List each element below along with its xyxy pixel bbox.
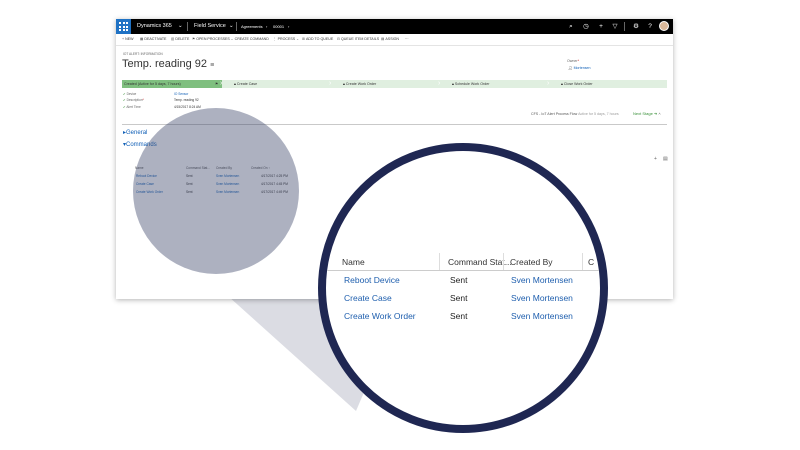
lock-icon: 🔒︎	[343, 82, 345, 86]
stage-schedule-work-order[interactable]: 🔒︎ Schedule Work Order	[452, 80, 489, 88]
arrow-right-icon: ➜	[653, 111, 658, 116]
assign-button[interactable]: ▤ASSIGN	[381, 34, 399, 45]
stage-close-work-order[interactable]: 🔒︎ Close Work Order	[561, 80, 593, 88]
zoom-header-divider	[326, 270, 600, 271]
zoom-row-name: Reboot Device	[344, 275, 400, 285]
process-button[interactable]: ⋮PROCESS ⌄	[273, 34, 300, 45]
filter-icon[interactable]: ▽	[610, 19, 620, 34]
chevron-up-icon: ˄	[658, 111, 661, 116]
deactivate-button[interactable]: ▦DEACTIVATE	[140, 34, 166, 45]
zoom-row-created-by: Sven Mortensen	[511, 311, 573, 321]
top-nav-bar: Dynamics 365 ⌄ Field Service ⌄ Agreement…	[116, 19, 673, 34]
magnifier-source-circle	[133, 108, 299, 274]
new-button[interactable]: +NEW	[122, 34, 134, 45]
check-icon: ✔	[123, 98, 126, 102]
help-icon[interactable]: ?	[645, 19, 655, 34]
field-label-device: ✔ Device	[123, 92, 137, 96]
breadcrumb-record[interactable]: 00001	[273, 19, 284, 34]
field-value-alert-time[interactable]: 4/15/2017 8:24 AM	[174, 105, 201, 109]
chevron-down-icon[interactable]: ⌄	[229, 19, 234, 34]
field-value-description[interactable]: Temp. reading 92	[174, 98, 199, 102]
field-label-alert-time: ✔ Alert Time	[123, 105, 141, 109]
add-to-queue-button[interactable]: ⊞ADD TO QUEUE	[302, 34, 333, 45]
menu-lines-icon: ≡	[210, 62, 215, 69]
history-icon[interactable]: ◷	[581, 19, 591, 34]
page-title: Temp. reading 92 ≡	[122, 58, 215, 70]
zoom-row-status: Sent	[450, 275, 468, 285]
zoom-row-status: Sent	[450, 293, 468, 303]
stage-create-work-order[interactable]: 🔒︎ Create Work Order	[343, 80, 376, 88]
field-label-description: ✔ Description*	[123, 98, 144, 102]
owner-label: Owner*	[567, 59, 579, 63]
command-bar: +NEW ▦DEACTIVATE ▥DELETE ⚑OPEN PROCESSES…	[116, 34, 673, 46]
stage-create-case[interactable]: 🔒︎ Create Case	[234, 80, 257, 88]
section-general[interactable]: ▸General	[123, 129, 147, 136]
zoom-row-name: Create Work Order	[344, 311, 416, 321]
add-record-icon[interactable]: +	[654, 156, 657, 162]
grid-view-icon[interactable]: ▤	[663, 156, 668, 162]
lock-icon: 🔒︎	[561, 82, 563, 86]
magnifier-lens: Name Command Stat... Created By C Reboot…	[318, 143, 608, 433]
app-name[interactable]: Dynamics 365	[137, 19, 172, 34]
flag-icon: ⚑	[215, 82, 219, 86]
search-icon[interactable]: ⌕	[566, 19, 576, 34]
zoom-row-name: Create Case	[344, 293, 392, 303]
entity-type-label: IOT ALERT: INFORMATION	[123, 52, 163, 56]
chevron-down-icon[interactable]: ⌄	[178, 19, 183, 34]
process-flow-label: CFS - IoT Alert Process Flow Active for …	[531, 112, 619, 116]
zoom-col-header-created-on: C	[588, 257, 595, 267]
chevron-right-icon: ›	[266, 24, 268, 29]
next-stage-button[interactable]: Next Stage ➜ ˄	[633, 111, 661, 116]
zoom-row-created-by: Sven Mortensen	[511, 275, 573, 285]
chevron-right-icon: ›	[288, 24, 290, 29]
lock-icon: 🔒︎	[452, 82, 454, 86]
zoom-col-header-created-by: Created By	[510, 257, 553, 267]
breadcrumb-agreements[interactable]: Agreements	[241, 19, 263, 34]
more-commands-icon[interactable]: ···	[405, 34, 409, 45]
avatar[interactable]	[659, 21, 669, 31]
owner-value[interactable]: 👤︎ Mortensen	[568, 66, 591, 70]
area-name[interactable]: Field Service	[194, 19, 226, 34]
settings-icon[interactable]: ⚙	[631, 19, 641, 34]
open-processes-button[interactable]: ⚑OPEN PROCESSES	[192, 34, 230, 45]
queue-item-details-button[interactable]: ⊟QUEUE ITEM DETAILS	[337, 34, 379, 45]
zoom-row-created-by: Sven Mortensen	[511, 293, 573, 303]
create-command-button[interactable]: ↔CREATE COMMAND	[230, 34, 269, 45]
field-value-device[interactable]: IO Sensor	[174, 92, 188, 96]
check-icon: ✔	[123, 92, 126, 96]
waffle-icon[interactable]	[116, 19, 131, 34]
zoom-row-status: Sent	[450, 311, 468, 321]
plus-icon[interactable]: +	[596, 19, 606, 34]
zoom-col-header-name: Name	[342, 257, 365, 267]
delete-button[interactable]: ▥DELETE	[171, 34, 189, 45]
lock-icon: 🔒︎	[234, 82, 236, 86]
stage-active-label[interactable]: Created (Active for 5 days, 7 hours)	[124, 80, 181, 88]
